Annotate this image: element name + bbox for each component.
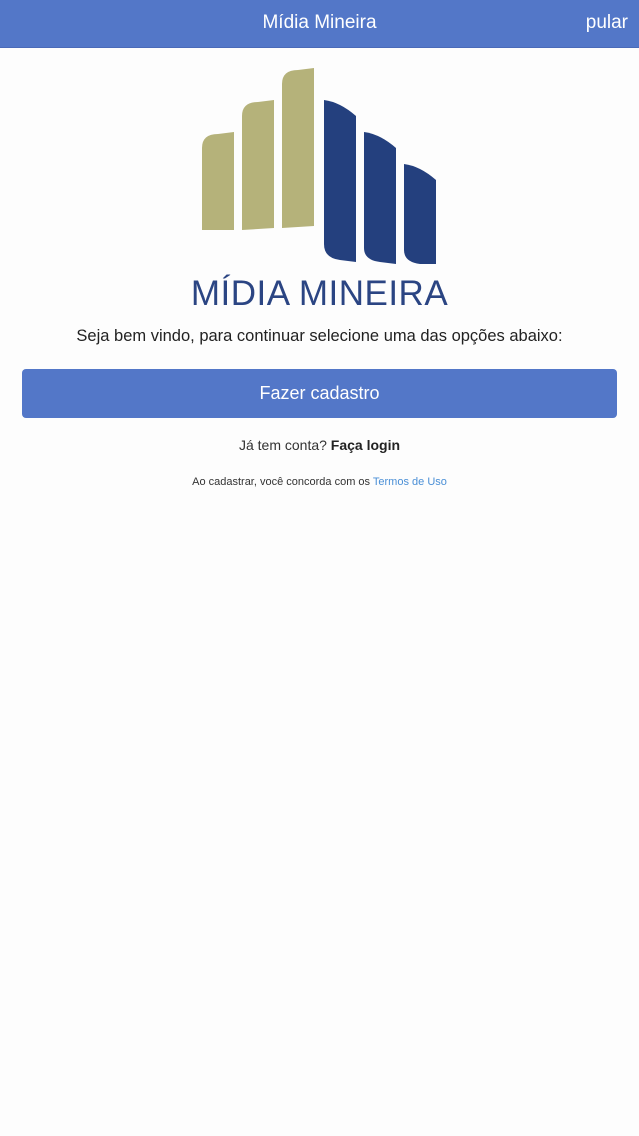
welcome-message: Seja bem vindo, para continuar selecione… <box>76 327 563 345</box>
skip-button[interactable]: pular <box>586 12 628 34</box>
navigation-bar: Mídia Mineira pular <box>0 0 639 48</box>
logo-bar-olive-2 <box>242 100 274 230</box>
login-link[interactable]: Faça login <box>331 437 400 453</box>
logo-bar-olive-3 <box>282 68 314 228</box>
signup-button[interactable]: Fazer cadastro <box>22 369 617 418</box>
login-prompt-text: Já tem conta? <box>238 437 327 453</box>
brand-name: MÍDIA MINEIRA <box>190 274 449 313</box>
logo-bar-olive-1 <box>202 132 234 230</box>
terms-link[interactable]: Termos de Uso <box>373 476 447 488</box>
terms-row: Ao cadastrar, você concorda com os Termo… <box>0 476 639 488</box>
logo-bar-navy-1 <box>324 100 356 262</box>
login-prompt-row: Já tem conta? Faça login <box>0 437 639 453</box>
logo-bar-navy-2 <box>364 132 396 264</box>
building-bars-logo-icon <box>202 68 436 264</box>
logo-bar-navy-3 <box>404 164 436 264</box>
terms-prefix-text: Ao cadastrar, você concorda com os <box>192 476 371 488</box>
nav-title: Mídia Mineira <box>262 12 377 33</box>
